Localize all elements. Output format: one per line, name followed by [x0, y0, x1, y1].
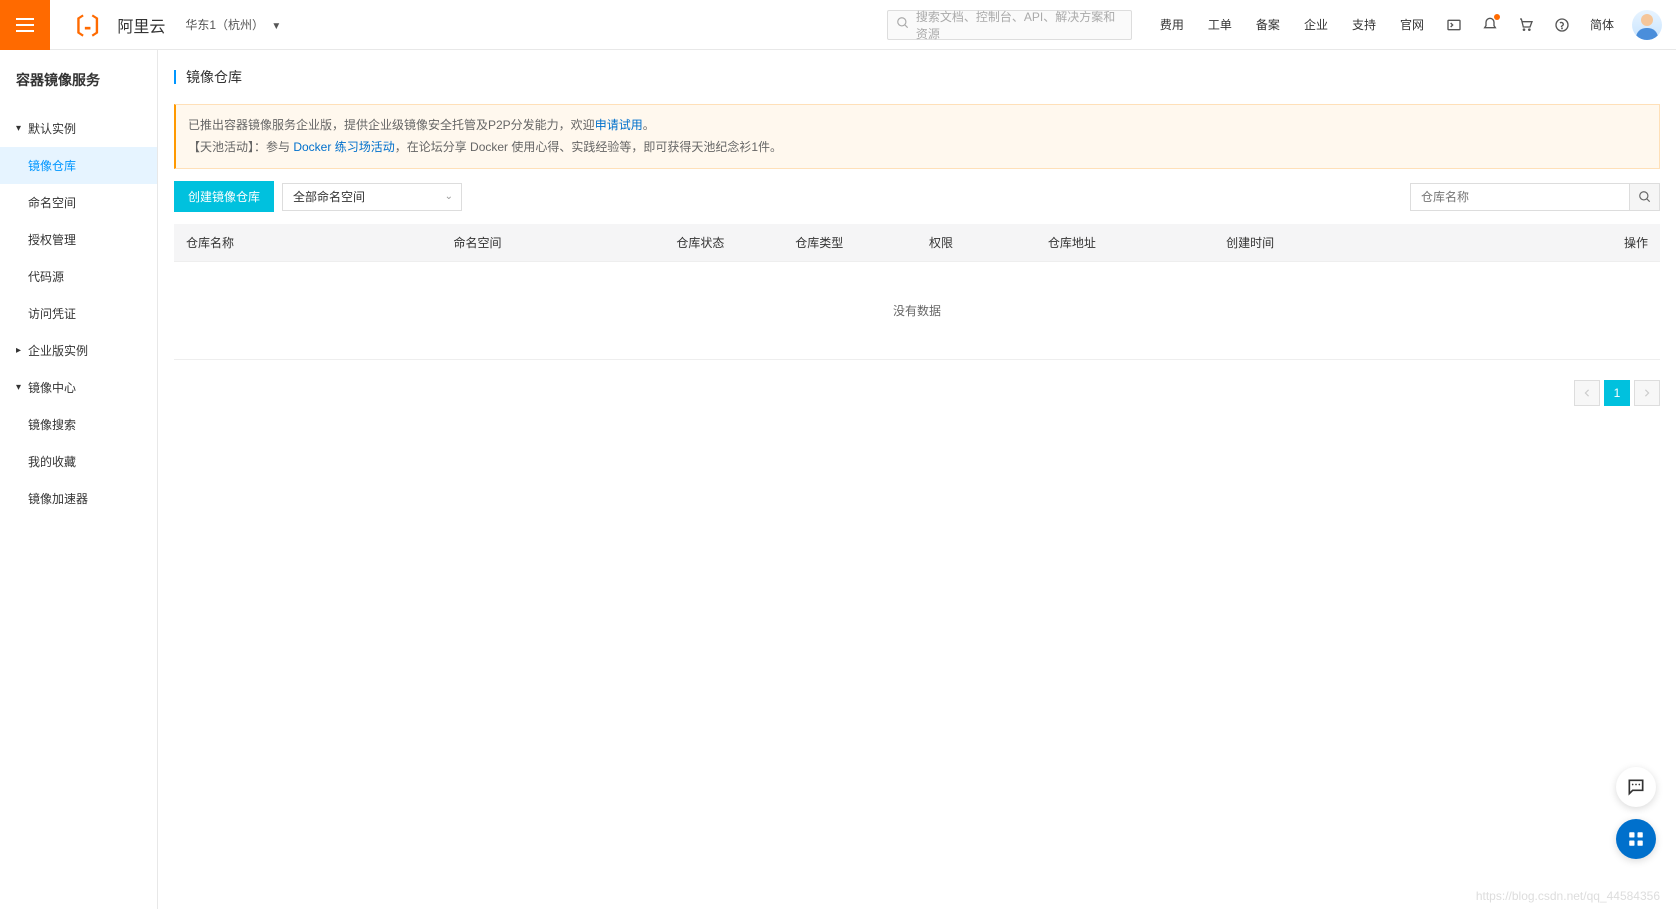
notice-line2-pre: 【天池活动】：参与 — [188, 140, 293, 154]
repo-search-button[interactable] — [1630, 183, 1660, 211]
notice-link-activity[interactable]: Docker 练习场活动 — [293, 140, 394, 154]
top-header: 〔-〕 阿里云 华东1（杭州） ▼ 搜索文档、控制台、API、解决方案和资源 费… — [0, 0, 1676, 50]
sidebar: 容器镜像服务 ▾ 默认实例 镜像仓库 命名空间 授权管理 代码源 访问凭证 ▸ … — [0, 50, 158, 909]
sidebar-item-credential[interactable]: 访问凭证 — [0, 295, 157, 332]
th-type: 仓库类型 — [783, 224, 917, 262]
notification-icon[interactable] — [1472, 0, 1508, 50]
sidebar-item-search[interactable]: 镜像搜索 — [0, 406, 157, 443]
nav-fee[interactable]: 费用 — [1148, 16, 1196, 33]
page-next[interactable] — [1634, 380, 1660, 406]
notice-banner: 已推出容器镜像服务企业版，提供企业级镜像安全托管及P2P分发能力，欢迎申请试用。… — [174, 104, 1660, 169]
namespace-filter-value: 全部命名空间 — [293, 188, 365, 205]
empty-state: 没有数据 — [174, 262, 1660, 360]
th-status: 仓库状态 — [664, 224, 783, 262]
notice-line2-post: ，在论坛分享 Docker 使用心得、实践经验等，即可获得天池纪念衫1件。 — [395, 140, 782, 154]
search-placeholder: 搜索文档、控制台、API、解决方案和资源 — [916, 8, 1123, 42]
page-1[interactable]: 1 — [1604, 380, 1630, 406]
sidebar-group-default[interactable]: ▾ 默认实例 — [0, 110, 157, 147]
table-header-row: 仓库名称 命名空间 仓库状态 仓库类型 权限 仓库地址 创建时间 操作 — [174, 224, 1660, 262]
user-avatar[interactable] — [1632, 10, 1662, 40]
th-action: 操作 — [1541, 224, 1660, 262]
nav-enterprise[interactable]: 企业 — [1292, 16, 1340, 33]
sidebar-item-namespace[interactable]: 命名空间 — [0, 184, 157, 221]
th-permission: 权限 — [917, 224, 1036, 262]
arrow-down-icon: ▾ — [16, 382, 26, 393]
nav-links: 费用 工单 备案 企业 支持 官网 — [1148, 16, 1436, 33]
pagination: 1 — [174, 380, 1660, 406]
arrow-right-icon: ▸ — [16, 345, 26, 356]
notice-link-trial[interactable]: 申请试用 — [595, 118, 643, 132]
arrow-down-icon: ▾ — [16, 123, 26, 134]
th-address: 仓库地址 — [1036, 224, 1214, 262]
namespace-filter[interactable]: 全部命名空间 ⌄ — [282, 183, 462, 211]
sidebar-item-accelerator[interactable]: 镜像加速器 — [0, 480, 157, 517]
page-prev[interactable] — [1574, 380, 1600, 406]
service-title: 容器镜像服务 — [0, 50, 157, 110]
apps-button[interactable] — [1616, 819, 1656, 859]
notice-line1-post: 。 — [643, 118, 655, 132]
logo-icon: 〔-〕 — [62, 9, 113, 41]
repo-search-input[interactable] — [1410, 183, 1630, 211]
create-repo-button[interactable]: 创建镜像仓库 — [174, 181, 274, 212]
sidebar-item-favorites[interactable]: 我的收藏 — [0, 443, 157, 480]
caret-down-icon: ▼ — [271, 21, 281, 32]
nav-ticket[interactable]: 工单 — [1196, 16, 1244, 33]
header-icons: 简体 — [1436, 0, 1676, 50]
th-name: 仓库名称 — [174, 224, 441, 262]
nav-official[interactable]: 官网 — [1388, 16, 1436, 33]
chat-button[interactable] — [1616, 767, 1656, 807]
search-icon — [896, 16, 910, 33]
nav-icp[interactable]: 备案 — [1244, 16, 1292, 33]
global-search[interactable]: 搜索文档、控制台、API、解决方案和资源 — [887, 10, 1132, 40]
sidebar-group-center[interactable]: ▾ 镜像中心 — [0, 369, 157, 406]
help-icon[interactable] — [1544, 0, 1580, 50]
floating-buttons — [1616, 767, 1656, 859]
logo[interactable]: 〔-〕 阿里云 — [62, 9, 165, 41]
sidebar-group-enterprise[interactable]: ▸ 企业版实例 — [0, 332, 157, 369]
sidebar-item-source[interactable]: 代码源 — [0, 258, 157, 295]
language-selector[interactable]: 简体 — [1580, 16, 1624, 33]
caret-down-icon: ⌄ — [445, 191, 453, 202]
sidebar-item-repo[interactable]: 镜像仓库 — [0, 147, 157, 184]
nav-support[interactable]: 支持 — [1340, 16, 1388, 33]
sidebar-item-auth[interactable]: 授权管理 — [0, 221, 157, 258]
main-content: 镜像仓库 已推出容器镜像服务企业版，提供企业级镜像安全托管及P2P分发能力，欢迎… — [158, 50, 1676, 909]
cart-icon[interactable] — [1508, 0, 1544, 50]
logo-text: 阿里云 — [117, 13, 165, 37]
page-title: 镜像仓库 — [174, 70, 1660, 84]
toolbar: 创建镜像仓库 全部命名空间 ⌄ — [174, 181, 1660, 212]
region-label: 华东1（杭州） — [185, 18, 264, 32]
th-created: 创建时间 — [1214, 224, 1541, 262]
repo-table: 仓库名称 命名空间 仓库状态 仓库类型 权限 仓库地址 创建时间 操作 没有数据 — [174, 224, 1660, 360]
th-namespace: 命名空间 — [441, 224, 664, 262]
cloudshell-icon[interactable] — [1436, 0, 1472, 50]
notice-line1-pre: 已推出容器镜像服务企业版，提供企业级镜像安全托管及P2P分发能力，欢迎 — [188, 118, 595, 132]
region-selector[interactable]: 华东1（杭州） ▼ — [185, 16, 281, 33]
hamburger-menu[interactable] — [0, 0, 50, 50]
hamburger-icon — [16, 18, 34, 32]
